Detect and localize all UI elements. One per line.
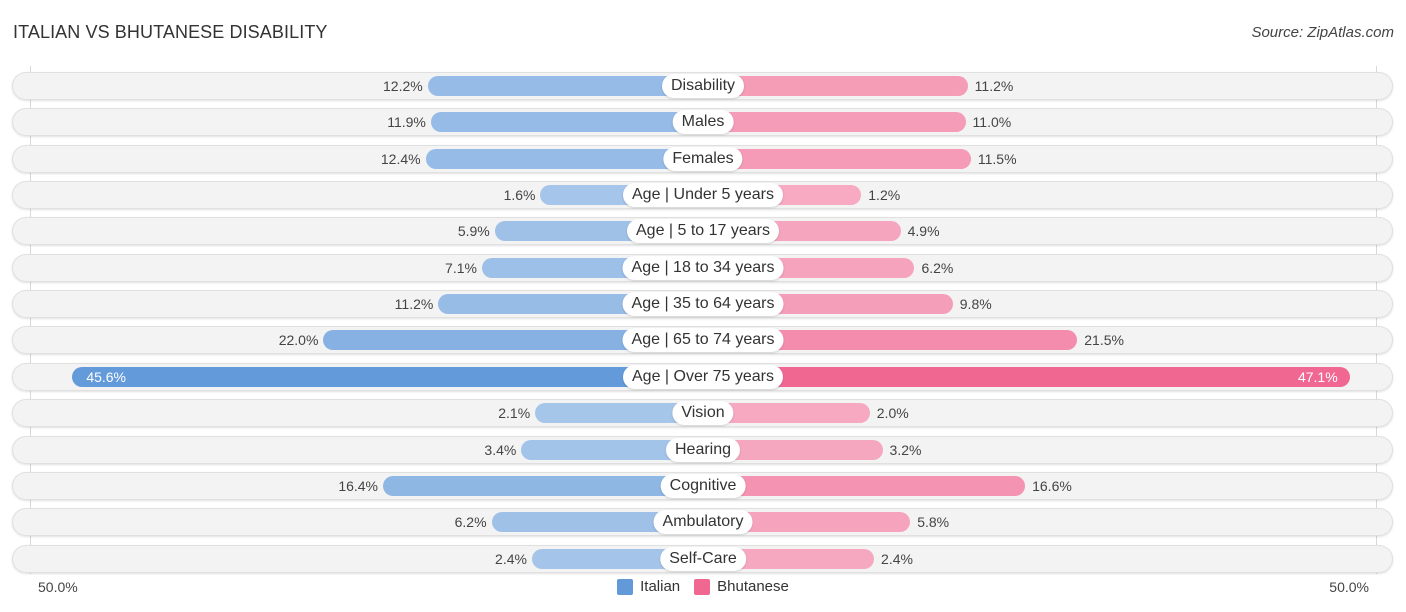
legend-item-italian[interactable]: Italian	[617, 578, 680, 595]
category-label: Hearing	[665, 437, 741, 462]
category-label: Age | 65 to 74 years	[622, 328, 784, 353]
category-label: Age | Over 75 years	[623, 364, 783, 389]
value-label-bhutanese: 9.8%	[959, 296, 992, 313]
chart-title: ITALIAN VS BHUTANESE DISABILITY	[13, 22, 328, 42]
value-label-italian: 6.2%	[454, 514, 487, 531]
value-label-bhutanese: 4.9%	[907, 223, 940, 240]
value-label-bhutanese: 6.2%	[921, 259, 954, 276]
value-label-bhutanese: 5.8%	[917, 514, 950, 531]
bar-bhutanese[interactable]	[703, 148, 971, 169]
value-label-bhutanese: 11.0%	[972, 114, 1012, 131]
category-label: Self-Care	[660, 546, 746, 571]
value-label-bhutanese: 2.4%	[881, 550, 913, 567]
value-label-italian: 45.6%	[86, 368, 127, 385]
value-label-italian: 5.9%	[457, 223, 490, 240]
bar-bhutanese[interactable]	[703, 475, 1026, 496]
legend-swatch-italian	[617, 578, 634, 595]
value-label-italian: 22.0%	[278, 332, 319, 349]
legend-label-bhutanese: Bhutanese	[717, 578, 789, 595]
legend-swatch-bhutanese	[694, 578, 711, 595]
value-label-italian: 12.4%	[380, 150, 421, 167]
bar-italian[interactable]	[425, 148, 703, 169]
value-label-bhutanese: 11.2%	[974, 78, 1014, 94]
category-label: Males	[672, 110, 734, 135]
bar-italian[interactable]	[430, 112, 703, 133]
category-label: Age | 35 to 64 years	[622, 292, 784, 317]
bar-bhutanese[interactable]	[703, 366, 1350, 387]
bar-italian[interactable]	[72, 366, 703, 387]
value-label-italian: 12.2%	[383, 78, 423, 94]
category-label: Age | 18 to 34 years	[622, 255, 784, 280]
category-label: Females	[663, 146, 743, 171]
category-label: Age | Under 5 years	[622, 183, 784, 208]
legend: Italian Bhutanese	[0, 578, 1406, 595]
source-label: Source: ZipAtlas.com	[1251, 24, 1394, 41]
value-label-italian: 2.1%	[498, 405, 531, 422]
value-label-bhutanese: 11.5%	[977, 150, 1017, 167]
category-label: Disability	[661, 74, 745, 98]
value-label-italian: 11.9%	[387, 114, 426, 131]
category-label: Vision	[672, 401, 734, 426]
bar-bhutanese[interactable]	[703, 112, 966, 133]
value-label-bhutanese: 1.2%	[868, 187, 901, 204]
value-label-italian: 11.2%	[394, 296, 434, 313]
bar-italian[interactable]	[383, 475, 703, 496]
value-label-bhutanese: 3.2%	[889, 441, 922, 458]
value-label-italian: 3.4%	[484, 441, 517, 458]
category-label: Cognitive	[660, 473, 746, 498]
value-label-italian: 1.6%	[503, 187, 536, 204]
value-label-bhutanese: 16.6%	[1032, 477, 1072, 494]
category-label: Age | 5 to 17 years	[626, 219, 780, 244]
category-label: Ambulatory	[653, 510, 753, 535]
value-label-italian: 16.4%	[338, 477, 379, 494]
value-label-bhutanese: 21.5%	[1084, 332, 1124, 349]
value-label-bhutanese: 2.0%	[876, 405, 909, 422]
value-label-italian: 2.4%	[495, 550, 527, 567]
legend-item-bhutanese[interactable]: Bhutanese	[694, 578, 789, 595]
legend-label-italian: Italian	[640, 578, 681, 595]
value-label-bhutanese: 47.1%	[1297, 368, 1338, 385]
value-label-italian: 7.1%	[445, 259, 477, 276]
